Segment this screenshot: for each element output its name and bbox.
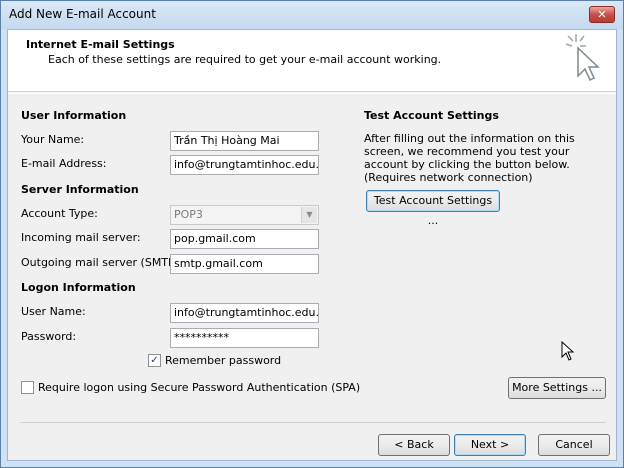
cursor-sparkle-icon [565, 34, 600, 82]
test-settings-heading: Test Account Settings [364, 109, 499, 122]
spa-checkbox[interactable] [21, 381, 34, 394]
user-info-heading: User Information [21, 109, 127, 122]
mouse-pointer-icon [561, 341, 575, 361]
logon-info-heading: Logon Information [21, 281, 136, 294]
title-bar[interactable]: Add New E-mail Account ✕ [1, 1, 623, 29]
test-settings-description: After filling out the information on thi… [364, 132, 575, 184]
incoming-server-label: Incoming mail server: [21, 231, 141, 244]
back-button[interactable]: < Back [378, 434, 450, 456]
next-button[interactable]: Next > [454, 434, 526, 456]
header-panel: Internet E-mail Settings Each of these s… [8, 30, 616, 92]
your-name-label: Your Name: [21, 133, 85, 146]
more-settings-button[interactable]: More Settings ... [508, 377, 606, 399]
chevron-down-icon: ▼ [301, 207, 317, 223]
remember-password-row[interactable]: ✓ Remember password [148, 354, 281, 367]
username-label: User Name: [21, 305, 86, 318]
password-label: Password: [21, 330, 77, 343]
spa-row[interactable]: Require logon using Secure Password Auth… [21, 381, 360, 394]
account-type-select: POP3 ▼ [170, 205, 319, 225]
dialog-client-area: Internet E-mail Settings Each of these s… [7, 29, 617, 461]
server-info-heading: Server Information [21, 183, 139, 196]
email-address-field[interactable]: info@trungtamtinhoc.edu.vn [170, 155, 319, 175]
close-button[interactable]: ✕ [589, 6, 615, 23]
remember-password-checkbox[interactable]: ✓ [148, 354, 161, 367]
your-name-field[interactable]: Trần Thị Hoàng Mai [170, 131, 319, 151]
spa-label: Require logon using Secure Password Auth… [38, 381, 361, 394]
header-divider [8, 93, 616, 94]
account-type-label: Account Type: [21, 207, 98, 220]
password-field[interactable]: ********** [170, 328, 319, 348]
window-title: Add New E-mail Account [9, 7, 156, 21]
page-title: Internet E-mail Settings [26, 38, 175, 51]
account-type-value: POP3 [174, 208, 203, 221]
close-icon: ✕ [597, 8, 607, 21]
page-subtitle: Each of these settings are required to g… [48, 53, 442, 66]
username-field[interactable]: info@trungtamtinhoc.edu.vn [170, 303, 319, 323]
outgoing-server-field[interactable]: smtp.gmail.com [170, 254, 319, 274]
cancel-button[interactable]: Cancel [538, 434, 610, 456]
dialog-window: Add New E-mail Account ✕ Internet E-mail… [0, 0, 624, 468]
email-address-label: E-mail Address: [21, 157, 107, 170]
outgoing-server-label: Outgoing mail server (SMTP): [21, 256, 183, 269]
incoming-server-field[interactable]: pop.gmail.com [170, 229, 319, 249]
test-account-settings-button[interactable]: Test Account Settings ... [366, 190, 500, 227]
bottom-separator [20, 422, 606, 423]
remember-password-label: Remember password [165, 354, 282, 367]
